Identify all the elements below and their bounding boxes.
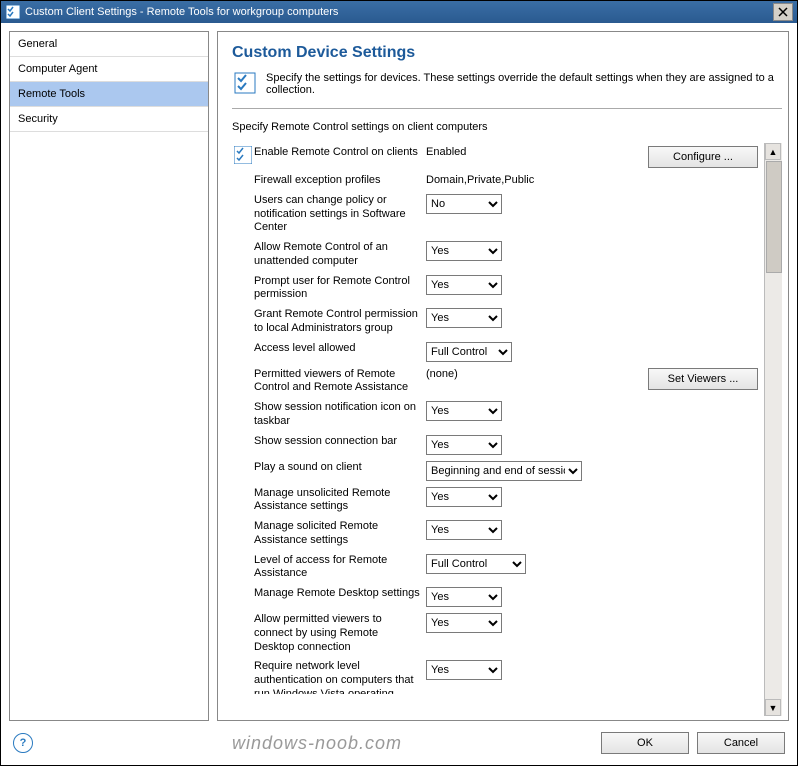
- ok-button[interactable]: OK: [601, 732, 689, 754]
- select-access-level[interactable]: Full Control: [426, 342, 512, 362]
- row-connection-bar: Show session connection bar Yes: [232, 432, 764, 458]
- select-users-change-policy[interactable]: No: [426, 194, 502, 214]
- select-manage-rdp[interactable]: Yes: [426, 587, 502, 607]
- row-grant-admins: Grant Remote Control permission to local…: [232, 305, 764, 339]
- select-prompt-permission[interactable]: Yes: [426, 275, 502, 295]
- label-permitted-viewers: Permitted viewers of Remote Control and …: [254, 368, 426, 396]
- title-bar: Custom Client Settings - Remote Tools fo…: [1, 1, 797, 23]
- select-solicited-ra[interactable]: Yes: [426, 520, 502, 540]
- label-allow-rdp-viewers: Allow permitted viewers to connect by us…: [254, 613, 426, 654]
- value-enable-remote-control: Enabled: [426, 146, 586, 158]
- label-prompt-permission: Prompt user for Remote Control permissio…: [254, 275, 426, 303]
- row-firewall-profiles: Firewall exception profiles Domain,Priva…: [232, 171, 764, 191]
- scroll-thumb[interactable]: [766, 161, 782, 273]
- value-permitted-viewers: (none): [426, 368, 586, 380]
- nav-item-remote-tools[interactable]: Remote Tools: [10, 82, 208, 107]
- label-solicited-ra: Manage solicited Remote Assistance setti…: [254, 520, 426, 548]
- label-require-nla: Require network level authentication on …: [254, 660, 426, 694]
- cancel-button[interactable]: Cancel: [697, 732, 785, 754]
- section-subheading: Specify Remote Control settings on clien…: [232, 121, 782, 133]
- nav-sidebar: General Computer Agent Remote Tools Secu…: [9, 31, 209, 721]
- dialog-footer: ? windows-noob.com OK Cancel: [1, 721, 797, 765]
- select-notification-icon[interactable]: Yes: [426, 401, 502, 421]
- row-access-level: Access level allowed Full Control: [232, 339, 764, 365]
- nav-item-computer-agent[interactable]: Computer Agent: [10, 57, 208, 82]
- help-button[interactable]: ?: [13, 733, 33, 753]
- watermark: windows-noob.com: [41, 733, 593, 754]
- divider: [232, 108, 782, 109]
- label-manage-rdp: Manage Remote Desktop settings: [254, 587, 426, 601]
- label-notification-icon: Show session notification icon on taskba…: [254, 401, 426, 429]
- set-viewers-button[interactable]: Set Viewers ...: [648, 368, 758, 390]
- label-play-sound: Play a sound on client: [254, 461, 426, 475]
- row-require-nla: Require network level authentication on …: [232, 657, 764, 697]
- select-ra-access-level[interactable]: Full Control: [426, 554, 526, 574]
- row-allow-unattended: Allow Remote Control of an unattended co…: [232, 238, 764, 272]
- content-panel: Custom Device Settings Specify the setti…: [217, 31, 789, 721]
- select-play-sound[interactable]: Beginning and end of session: [426, 461, 582, 481]
- row-solicited-ra: Manage solicited Remote Assistance setti…: [232, 517, 764, 551]
- configure-button[interactable]: Configure ...: [648, 146, 758, 168]
- row-enable-remote-control: Enable Remote Control on clients Enabled…: [232, 143, 764, 171]
- row-users-change-policy: Users can change policy or notification …: [232, 191, 764, 238]
- scroll-up-arrow[interactable]: ▲: [765, 143, 781, 160]
- label-enable-remote-control: Enable Remote Control on clients: [254, 146, 426, 160]
- scroll-down-arrow[interactable]: ▼: [765, 699, 781, 716]
- select-grant-admins[interactable]: Yes: [426, 308, 502, 328]
- settings-icon: [232, 72, 258, 96]
- row-ra-access-level: Level of access for Remote Assistance Fu…: [232, 551, 764, 585]
- label-users-change-policy: Users can change policy or notification …: [254, 194, 426, 235]
- close-button[interactable]: [773, 3, 793, 21]
- label-ra-access-level: Level of access for Remote Assistance: [254, 554, 426, 582]
- window-title: Custom Client Settings - Remote Tools fo…: [25, 6, 773, 18]
- select-allow-rdp-viewers[interactable]: Yes: [426, 613, 502, 633]
- row-prompt-permission: Prompt user for Remote Control permissio…: [232, 272, 764, 306]
- value-firewall-profiles: Domain,Private,Public: [426, 174, 586, 186]
- label-allow-unattended: Allow Remote Control of an unattended co…: [254, 241, 426, 269]
- vertical-scrollbar[interactable]: ▲ ▼: [764, 143, 782, 716]
- dialog-window: Custom Client Settings - Remote Tools fo…: [0, 0, 798, 766]
- select-require-nla[interactable]: Yes: [426, 660, 502, 680]
- row-permitted-viewers: Permitted viewers of Remote Control and …: [232, 365, 764, 399]
- label-unsolicited-ra: Manage unsolicited Remote Assistance set…: [254, 487, 426, 515]
- settings-area: Enable Remote Control on clients Enabled…: [232, 143, 782, 716]
- row-unsolicited-ra: Manage unsolicited Remote Assistance set…: [232, 484, 764, 518]
- row-allow-rdp-viewers: Allow permitted viewers to connect by us…: [232, 610, 764, 657]
- label-access-level: Access level allowed: [254, 342, 426, 356]
- row-manage-rdp: Manage Remote Desktop settings Yes: [232, 584, 764, 610]
- settings-icon: [232, 146, 254, 164]
- settings-list: Enable Remote Control on clients Enabled…: [232, 143, 764, 716]
- close-icon: [778, 7, 788, 17]
- nav-item-security[interactable]: Security: [10, 107, 208, 132]
- nav-item-general[interactable]: General: [10, 32, 208, 57]
- app-icon: [5, 4, 21, 20]
- label-firewall-profiles: Firewall exception profiles: [254, 174, 426, 188]
- dialog-body: General Computer Agent Remote Tools Secu…: [1, 23, 797, 721]
- row-play-sound: Play a sound on client Beginning and end…: [232, 458, 764, 484]
- label-grant-admins: Grant Remote Control permission to local…: [254, 308, 426, 336]
- select-allow-unattended[interactable]: Yes: [426, 241, 502, 261]
- select-unsolicited-ra[interactable]: Yes: [426, 487, 502, 507]
- page-heading: Custom Device Settings: [232, 44, 782, 62]
- select-connection-bar[interactable]: Yes: [426, 435, 502, 455]
- row-notification-icon: Show session notification icon on taskba…: [232, 398, 764, 432]
- label-connection-bar: Show session connection bar: [254, 435, 426, 449]
- description-text: Specify the settings for devices. These …: [266, 72, 782, 96]
- description-row: Specify the settings for devices. These …: [232, 72, 782, 96]
